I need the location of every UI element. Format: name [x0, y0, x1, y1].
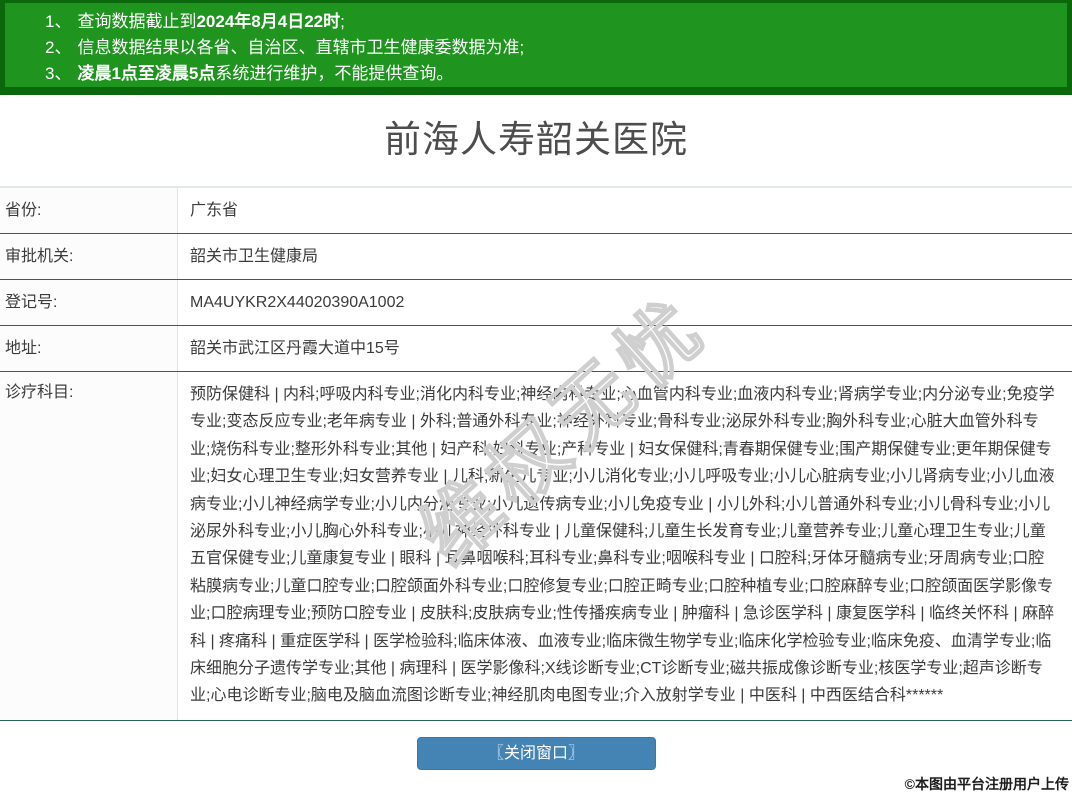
notice-number: 3、 [45, 64, 72, 83]
row-label: 诊疗科目: [0, 372, 178, 720]
notice-text: 信息数据结果以各省、自治区、直辖市卫生健康委数据为准; [77, 38, 525, 57]
notice-banner: 1、 查询数据截止到2024年8月4日22时; 2、 信息数据结果以各省、自治区、直… [0, 0, 1072, 95]
row-value: 韶关市武江区丹霞大道中15号 [190, 340, 400, 357]
notice-line-3: 3、 凌晨1点至凌晨5点系统进行维护，不能提供查询。 [45, 61, 1067, 87]
notice-text-bold: 2024年8月4日22时 [196, 12, 341, 31]
notice-number: 2、 [45, 38, 72, 57]
notice-text: 查询数据截止到 [77, 12, 197, 31]
table-row-approval-authority: 审批机关: 韶关市卫生健康局 [0, 234, 1072, 280]
notice-text: ; [340, 12, 345, 31]
table-row-medical-departments: 诊疗科目: 预防保健科 | 内科;呼吸内科专业;消化内科专业;神经内科专业;心血… [0, 372, 1072, 721]
button-container: 〖关闭窗口〗 [0, 736, 1072, 770]
table-row-province: 省份: 广东省 [0, 188, 1072, 234]
row-value: 广东省 [190, 202, 239, 219]
table-row-registration-number: 登记号: MA4UYKR2X44020390A1002 [0, 280, 1072, 326]
close-window-button[interactable]: 〖关闭窗口〗 [416, 736, 656, 770]
table-row-address: 地址: 韶关市武江区丹霞大道中15号 [0, 326, 1072, 372]
row-label: 登记号: [0, 280, 178, 325]
notice-text-bold: 凌晨1点至凌晨5点 [77, 64, 216, 83]
notice-number: 1、 [45, 12, 72, 31]
row-value: MA4UYKR2X44020390A1002 [190, 294, 405, 311]
copyright-watermark: ©本图由平台注册用户上传 [904, 776, 1069, 792]
row-label: 地址: [0, 326, 178, 371]
row-value: 预防保健科 | 内科;呼吸内科专业;消化内科专业;神经内科专业;心血管内科专业;… [190, 386, 1055, 705]
notice-line-2: 2、 信息数据结果以各省、自治区、直辖市卫生健康委数据为准; [45, 35, 1067, 61]
row-label: 省份: [0, 188, 178, 233]
hospital-info-table: 省份: 广东省 审批机关: 韶关市卫生健康局 登记号: MA4UYKR2X440… [0, 186, 1072, 721]
notice-text: 系统进行维护，不能提供查询。 [215, 64, 454, 83]
page: 1、 查询数据截止到2024年8月4日22时; 2、 信息数据结果以各省、自治区、直… [0, 0, 1072, 796]
page-title: 前海人寿韶关医院 [384, 119, 688, 160]
row-value: 韶关市卫生健康局 [190, 248, 319, 265]
row-label: 审批机关: [0, 234, 178, 279]
notice-line-1: 1、 查询数据截止到2024年8月4日22时; [45, 9, 1067, 35]
